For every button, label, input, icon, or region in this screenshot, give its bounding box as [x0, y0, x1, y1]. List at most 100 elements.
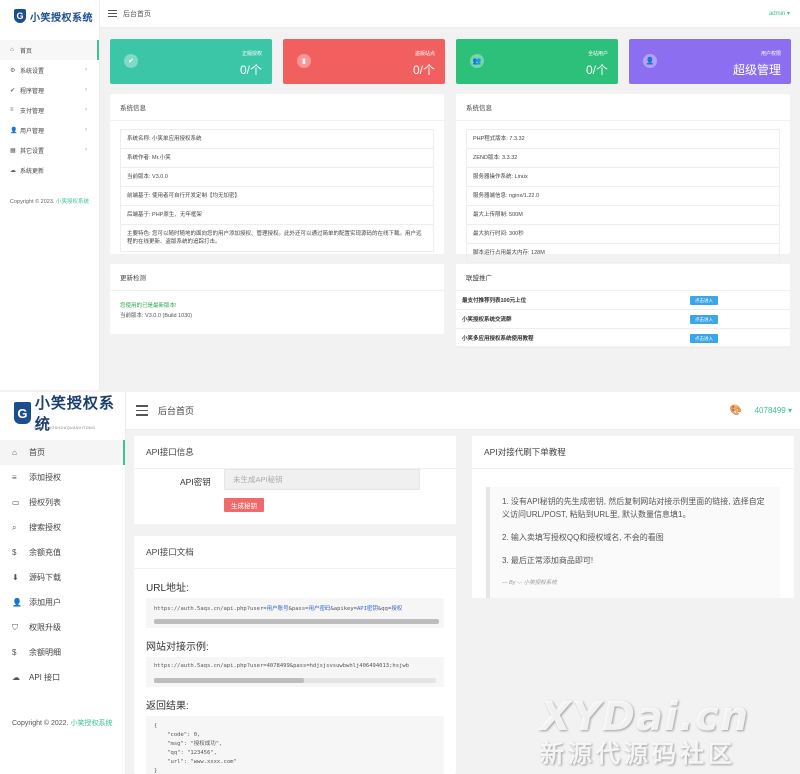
top-nav-label: 首页 [20, 48, 33, 55]
bottom-header: 后台首页 🎨 4078499 ▾ [126, 392, 800, 430]
copyright-link[interactable]: 小笑授权系统 [70, 720, 112, 727]
check-circle-icon: ✔ [10, 87, 16, 94]
api-info-panel: API接口信息 API密钥 未生成API秘钥 生成秘钥 [134, 436, 456, 524]
info-table: PHP程式版本: 7.3.32 ZEND版本: 3.3.32 服务器操作系统: … [466, 129, 780, 263]
nav-label: 添加用户 [29, 598, 61, 607]
nav-item-add-user[interactable]: 👤 添加用户 [0, 590, 125, 615]
chevron-right-icon: › [85, 147, 87, 153]
top-logo[interactable]: G 小笑授权系统 [0, 0, 99, 32]
top-nav-item-system-settings[interactable]: ⚙ 系统设置 › [0, 60, 99, 80]
scrollbar-thumb[interactable] [154, 678, 304, 683]
sysinfo-left-panel: 系统信息 系统名称: 小笑单应用授权系统 系统作者: Mr.小笑 当前版本: V… [110, 94, 444, 254]
cloud-icon: ☁ [10, 167, 16, 174]
enter-button[interactable]: 点击进入 [690, 296, 718, 305]
nav-item-search-auth[interactable]: ⌕ 搜索授权 [0, 515, 125, 540]
trash-icon: ▮ [297, 54, 311, 68]
top-nav-item-payment[interactable]: ≡ 支付管理 › [0, 100, 99, 120]
stat-value: 0/个 [412, 63, 435, 77]
top-nav-item-program[interactable]: ✔ 程序管理 › [0, 80, 99, 100]
menu-toggle-icon[interactable] [108, 8, 117, 19]
watermark: XYDai.cn 新源代源码社区 [540, 694, 800, 774]
url-code-box[interactable]: https://auth.5aqs.cn/api.php?user=用户账号&p… [146, 598, 444, 628]
top-nav-item-update[interactable]: ☁ 系统更新 [0, 160, 99, 180]
league-row: 小笑多应用授权系统使用教程 点击进入 [456, 329, 790, 348]
top-nav: ⌂ 首页 ⚙ 系统设置 › ✔ 程序管理 › ≡ 支付管理 › 👤 用户管理 › ▦ 其它设置 › ☁… [0, 40, 99, 180]
info-row: PHP程式版本: 7.3.32 [466, 129, 780, 149]
api-key-input[interactable]: 未生成API秘钥 [224, 469, 420, 490]
info-row: 脚本运行占用最大内存: 128M [466, 244, 780, 263]
breadcrumb: 后台首页 [123, 10, 151, 18]
palette-icon[interactable]: 🎨 [730, 405, 742, 416]
tutorial-step: 1. 没有API秘钥的先生成密钥, 然后复制网站对接示例里面的链接, 选择自定义… [502, 497, 765, 519]
stat-card-genuine: ✔ 正版授权 0/个 [110, 39, 272, 84]
bottom-nav: ⌂ 首页 ≡ 添加授权 ▭ 授权列表 ⌕ 搜索授权 $ 余额充值 ⬇ 源码下载 👤 添加用户 … [0, 440, 125, 690]
update-version: 当前版本: V3.0.0 (Build 1030) [120, 313, 193, 319]
user-menu[interactable]: 4078499 ▾ [755, 406, 792, 415]
top-nav-label: 用户管理 [20, 128, 45, 135]
logo-subtitle: XIAOXIAOSHOUQUANXITONG [34, 426, 96, 430]
user-icon: 👤 [10, 127, 18, 134]
nav-label: 搜索授权 [29, 523, 61, 532]
horizontal-scrollbar[interactable] [154, 619, 439, 624]
info-row: 服务器操作系统: Linux [466, 168, 780, 187]
league-row-text: 小笑授权系统交流群 [462, 317, 512, 323]
top-nav-item-other[interactable]: ▦ 其它设置 › [0, 140, 99, 160]
nav-item-add-auth[interactable]: ≡ 添加授权 [0, 465, 125, 490]
panel-title: 更新检测 [110, 264, 444, 291]
top-header: 后台首页 admin ▾ [100, 0, 800, 28]
example-heading: 网站对接示例: [146, 642, 209, 653]
user-menu[interactable]: admin ▾ [769, 10, 790, 17]
enter-button[interactable]: 点击进入 [690, 315, 718, 324]
copyright-link[interactable]: 小笑授权系统 [56, 199, 89, 205]
result-heading: 返回结果: [146, 701, 189, 712]
result-code-box[interactable]: { "code": 0, "msg": "授权成功", "qq": "12345… [146, 716, 444, 774]
update-panel: 更新检测 您使用的已是最新版本! 当前版本: V3.0.0 (Build 103… [110, 264, 444, 334]
top-nav-label: 其它设置 [20, 148, 45, 155]
stat-card-users: 👥 全站用户 0/个 [456, 39, 618, 84]
users-icon: 👥 [470, 54, 484, 68]
logo-shield-icon: G [14, 9, 26, 23]
menu-toggle-icon[interactable] [136, 402, 148, 419]
code-text: &qq= [377, 606, 392, 612]
scrollbar-thumb[interactable] [154, 619, 439, 624]
tutorial-step: 3. 最后正常添加商品即可! [502, 556, 594, 565]
top-nav-item-users[interactable]: 👤 用户管理 › [0, 120, 99, 140]
stat-value: 0/个 [585, 63, 608, 77]
top-sidebar: G 小笑授权系统 ⌂ 首页 ⚙ 系统设置 › ✔ 程序管理 › ≡ 支付管理 › 👤 用户管理 ›… [0, 0, 100, 390]
top-nav-label: 系统设置 [20, 68, 45, 75]
nav-item-download[interactable]: ⬇ 源码下载 [0, 565, 125, 590]
nav-item-home[interactable]: ⌂ 首页 [0, 440, 125, 465]
list-icon: ≡ [10, 107, 14, 113]
nav-item-auth-list[interactable]: ▭ 授权列表 [0, 490, 125, 515]
league-row-text: 最支付推荐列表100元上位 [462, 298, 527, 304]
enter-button[interactable]: 点击进入 [690, 334, 718, 343]
panel-title: 系统信息 [456, 94, 790, 121]
code-param: 用户账号 [266, 606, 289, 612]
nav-item-balance-detail[interactable]: $ 余额明细 [0, 640, 125, 665]
copyright-text: Copyright © 2022. [12, 720, 69, 727]
panel-title: API接口文档 [134, 536, 456, 569]
watermark-cn: 新源代源码社区 [540, 741, 736, 768]
nav-item-api[interactable]: ☁ API 接口 [0, 665, 125, 690]
nav-item-recharge[interactable]: $ 余额充值 [0, 540, 125, 565]
sysinfo-right-panel: 系统信息 PHP程式版本: 7.3.32 ZEND版本: 3.3.32 服务器操… [456, 94, 790, 263]
panel-title: 联盟推广 [456, 264, 790, 291]
horizontal-scrollbar[interactable] [154, 678, 436, 683]
panel-title: API对接代刷下单教程 [472, 436, 794, 469]
info-row: 服务器端信息: nginx/1.22.0 [466, 187, 780, 206]
chevron-right-icon: › [85, 87, 87, 93]
logo-shield-icon: G [14, 402, 31, 424]
top-nav-item-home[interactable]: ⌂ 首页 [0, 40, 99, 60]
bottom-screenshot: G 小笑授权系统 XIAOXIAOSHOUQUANXITONG ⌂ 首页 ≡ 添加授… [0, 392, 800, 774]
cloud-icon: ☁ [12, 673, 20, 682]
example-code-box[interactable]: https://auth.5aqs.cn/api.php?user=407849… [146, 657, 444, 687]
generate-key-button[interactable]: 生成秘钥 [224, 498, 264, 512]
code-param: API密钥 [357, 606, 378, 612]
code-param: 用户密码 [308, 606, 331, 612]
tutorial-panel: API对接代刷下单教程 1. 没有API秘钥的先生成密钥, 然后复制网站对接示例… [472, 436, 794, 598]
nav-item-upgrade[interactable]: ⛉ 权限升级 [0, 615, 125, 640]
copyright-text: Copyright © 2023. [10, 199, 55, 205]
grid-icon: ▦ [10, 147, 16, 154]
info-row: 系统名称: 小笑单应用授权系统 [120, 129, 434, 149]
url-heading: URL地址: [146, 583, 189, 594]
